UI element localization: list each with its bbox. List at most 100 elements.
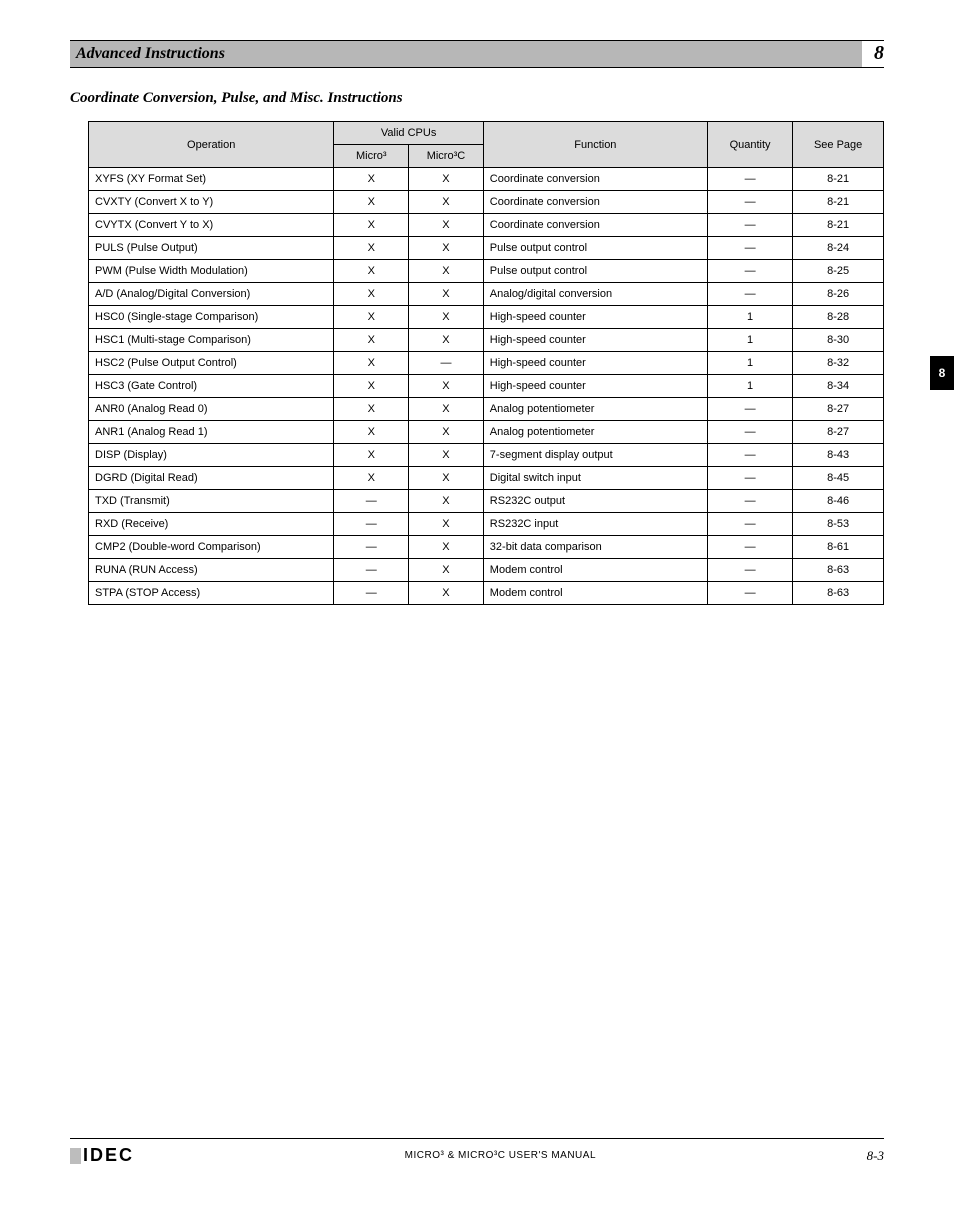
cell-quantity: —: [707, 398, 792, 421]
cell-quantity: 1: [707, 375, 792, 398]
cell-page: 8-32: [793, 352, 884, 375]
cell-operation: HSC2 (Pulse Output Control): [89, 352, 334, 375]
cell-micro3c: X: [409, 559, 484, 582]
cell-micro3c: —: [409, 352, 484, 375]
cell-page: 8-24: [793, 237, 884, 260]
table-row: STPA (STOP Access)—XModem control—8-63: [89, 582, 884, 605]
col-quantity: Quantity: [707, 122, 792, 168]
cell-quantity: —: [707, 214, 792, 237]
cell-micro3: —: [334, 536, 409, 559]
cell-micro3: X: [334, 191, 409, 214]
cell-page: 8-30: [793, 329, 884, 352]
cell-micro3c: X: [409, 329, 484, 352]
cell-function: Coordinate conversion: [483, 214, 707, 237]
cell-page: 8-63: [793, 582, 884, 605]
cell-quantity: 1: [707, 329, 792, 352]
cell-function: Digital switch input: [483, 467, 707, 490]
cell-quantity: 1: [707, 306, 792, 329]
cell-function: RS232C input: [483, 513, 707, 536]
cell-operation: DISP (Display): [89, 444, 334, 467]
table-row: DISP (Display)XX7-segment display output…: [89, 444, 884, 467]
cell-operation: PULS (Pulse Output): [89, 237, 334, 260]
cell-page: 8-25: [793, 260, 884, 283]
table-row: CMP2 (Double-word Comparison)—X32-bit da…: [89, 536, 884, 559]
cell-page: 8-21: [793, 168, 884, 191]
cell-micro3c: X: [409, 237, 484, 260]
table-row: CVYTX (Convert Y to X)XXCoordinate conve…: [89, 214, 884, 237]
page-subtitle: Coordinate Conversion, Pulse, and Misc. …: [70, 90, 884, 107]
cell-page: 8-46: [793, 490, 884, 513]
cell-operation: ANR0 (Analog Read 0): [89, 398, 334, 421]
cell-quantity: —: [707, 490, 792, 513]
col-micro3c: Micro³C: [409, 145, 484, 168]
cell-micro3c: X: [409, 467, 484, 490]
cell-micro3: X: [334, 168, 409, 191]
table-row: XYFS (XY Format Set)XXCoordinate convers…: [89, 168, 884, 191]
cell-micro3c: X: [409, 490, 484, 513]
table-row: HSC3 (Gate Control)XXHigh-speed counter1…: [89, 375, 884, 398]
cell-micro3: X: [334, 283, 409, 306]
manual-title: MICRO³ & MICRO³C USER'S MANUAL: [405, 1150, 596, 1161]
cell-micro3: X: [334, 237, 409, 260]
cell-micro3: —: [334, 513, 409, 536]
cell-function: High-speed counter: [483, 352, 707, 375]
cell-quantity: —: [707, 191, 792, 214]
cell-function: High-speed counter: [483, 329, 707, 352]
cell-function: Coordinate conversion: [483, 168, 707, 191]
page-number: 8-3: [867, 1148, 884, 1164]
cell-quantity: —: [707, 582, 792, 605]
cell-operation: RUNA (RUN Access): [89, 559, 334, 582]
cell-quantity: —: [707, 283, 792, 306]
col-operation: Operation: [89, 122, 334, 168]
cell-micro3: X: [334, 444, 409, 467]
table-row: HSC1 (Multi-stage Comparison)XXHigh-spee…: [89, 329, 884, 352]
cell-micro3c: X: [409, 191, 484, 214]
cell-micro3: X: [334, 214, 409, 237]
table-row: PWM (Pulse Width Modulation)XXPulse outp…: [89, 260, 884, 283]
table-header-row: Operation Valid CPUs Function Quantity S…: [89, 122, 884, 145]
cell-page: 8-26: [793, 283, 884, 306]
cell-page: 8-21: [793, 191, 884, 214]
cell-quantity: —: [707, 260, 792, 283]
table-row: ANR0 (Analog Read 0)XXAnalog potentiomet…: [89, 398, 884, 421]
cell-function: Pulse output control: [483, 237, 707, 260]
table-row: DGRD (Digital Read)XXDigital switch inpu…: [89, 467, 884, 490]
cell-micro3: X: [334, 467, 409, 490]
col-see-page: See Page: [793, 122, 884, 168]
brand-logo: IDEC: [70, 1145, 134, 1166]
brand-square-icon: [70, 1148, 81, 1164]
cell-micro3c: X: [409, 260, 484, 283]
cell-function: Modem control: [483, 582, 707, 605]
cell-operation: XYFS (XY Format Set): [89, 168, 334, 191]
cell-function: High-speed counter: [483, 375, 707, 398]
table-row: CVXTY (Convert X to Y)XXCoordinate conve…: [89, 191, 884, 214]
cell-micro3c: X: [409, 421, 484, 444]
cell-quantity: —: [707, 559, 792, 582]
cell-micro3: X: [334, 306, 409, 329]
cell-micro3c: X: [409, 513, 484, 536]
cell-function: High-speed counter: [483, 306, 707, 329]
table-row: HSC0 (Single-stage Comparison)XXHigh-spe…: [89, 306, 884, 329]
cell-page: 8-28: [793, 306, 884, 329]
cell-operation: CMP2 (Double-word Comparison): [89, 536, 334, 559]
cell-micro3c: X: [409, 582, 484, 605]
cell-quantity: —: [707, 168, 792, 191]
cell-operation: HSC0 (Single-stage Comparison): [89, 306, 334, 329]
cell-micro3: X: [334, 352, 409, 375]
title-bar: Advanced Instructions 8: [70, 40, 884, 68]
cell-micro3: —: [334, 559, 409, 582]
cell-micro3c: X: [409, 398, 484, 421]
instruction-table: Operation Valid CPUs Function Quantity S…: [88, 121, 884, 605]
table-row: A/D (Analog/Digital Conversion)XXAnalog/…: [89, 283, 884, 306]
cell-micro3: X: [334, 260, 409, 283]
table-row: RXD (Receive)—XRS232C input—8-53: [89, 513, 884, 536]
cell-page: 8-27: [793, 421, 884, 444]
cell-operation: HSC1 (Multi-stage Comparison): [89, 329, 334, 352]
cell-page: 8-21: [793, 214, 884, 237]
cell-micro3: X: [334, 329, 409, 352]
col-micro3: Micro³: [334, 145, 409, 168]
cell-operation: CVXTY (Convert X to Y): [89, 191, 334, 214]
cell-micro3: X: [334, 421, 409, 444]
cell-function: RS232C output: [483, 490, 707, 513]
cell-function: 7-segment display output: [483, 444, 707, 467]
